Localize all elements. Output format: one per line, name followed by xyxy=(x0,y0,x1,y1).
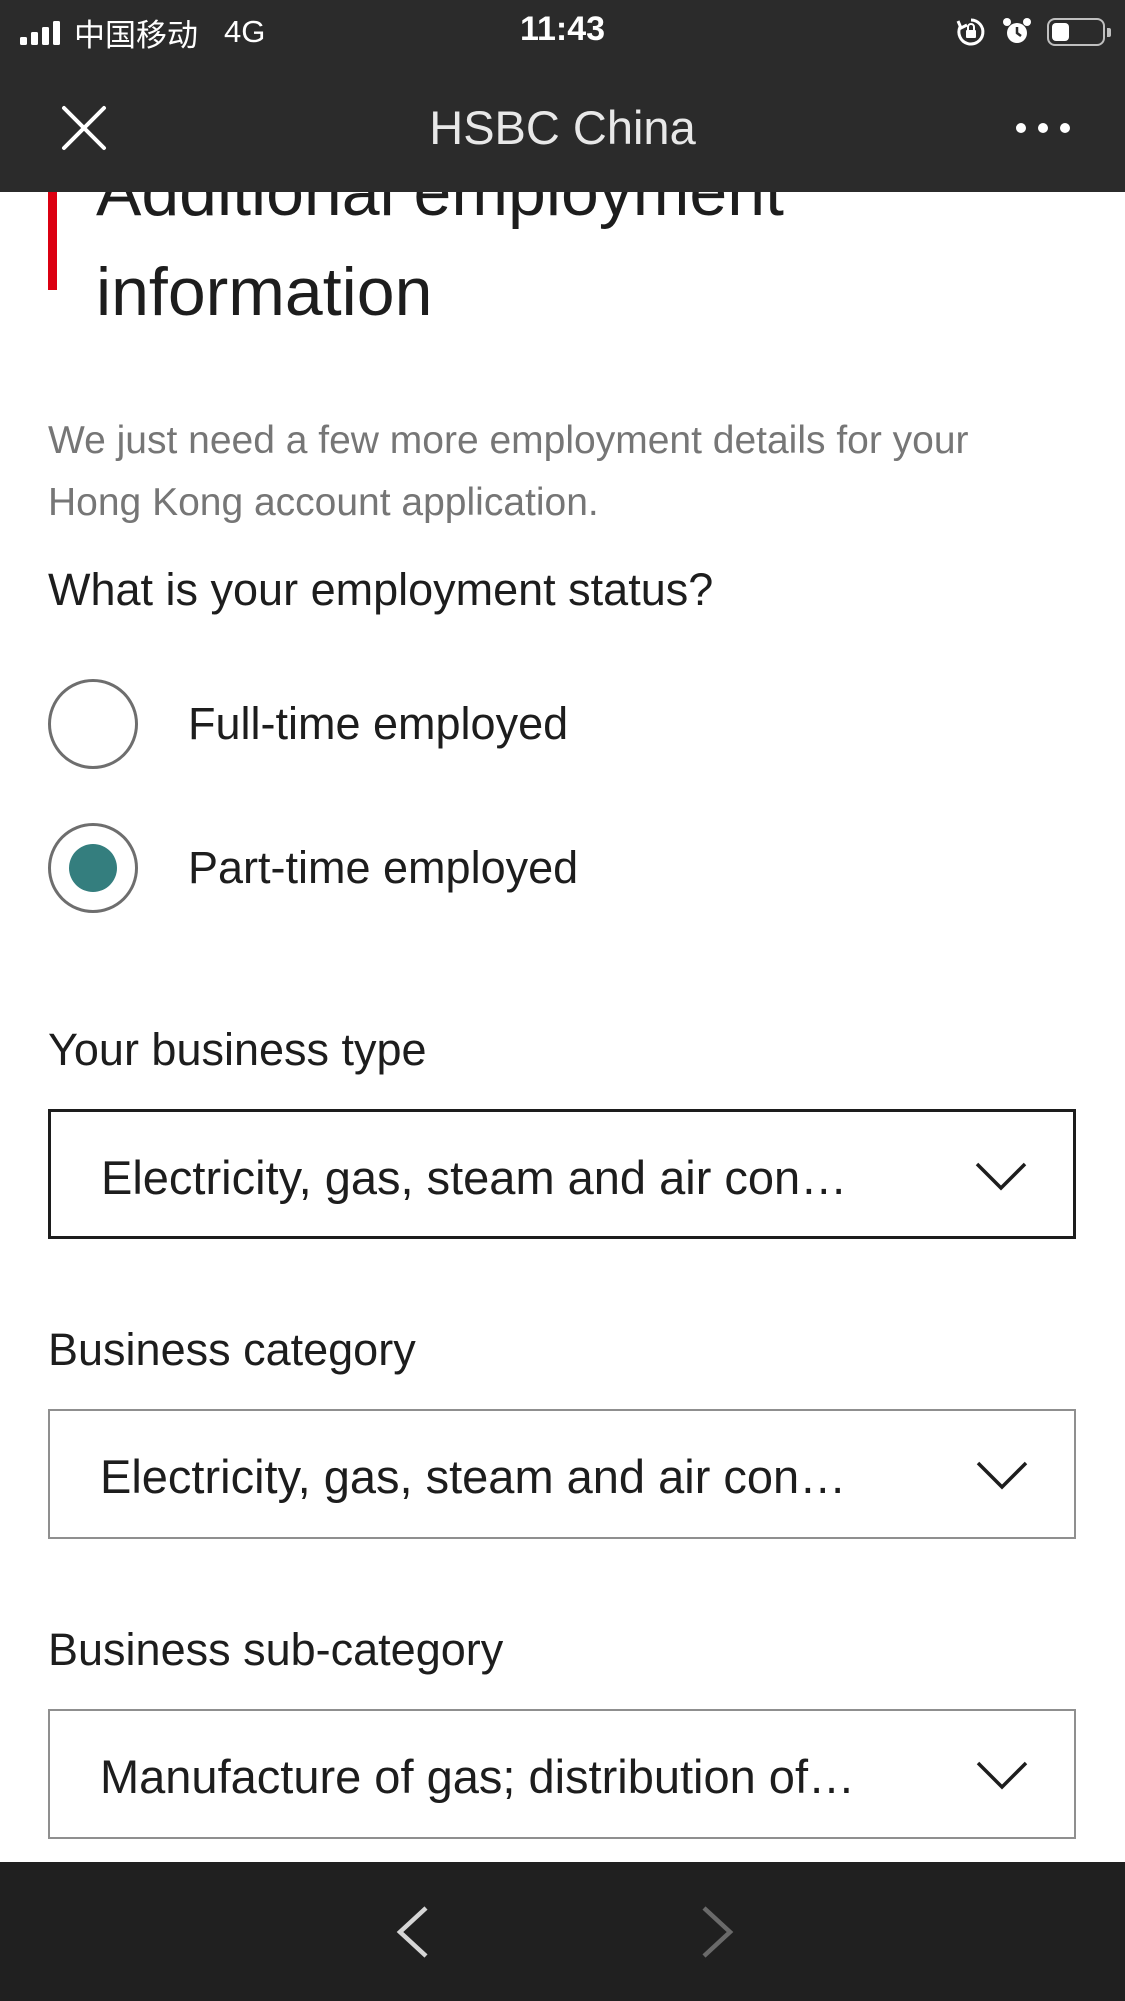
page-title: Additional employment information xyxy=(96,192,784,330)
battery-icon xyxy=(1047,18,1111,46)
page-content: Additional employment information We jus… xyxy=(0,192,1125,1862)
business-type-select[interactable]: Electricity, gas, steam and air con… xyxy=(48,1109,1076,1239)
chevron-down-icon xyxy=(976,1761,1028,1790)
alarm-icon xyxy=(1003,18,1031,43)
radio-part-time[interactable]: Part-time employed xyxy=(48,820,578,916)
status-right xyxy=(955,12,1111,52)
nav-bar: HSBC China xyxy=(0,64,1125,192)
orientation-lock-icon xyxy=(956,18,985,46)
chevron-right-icon[interactable] xyxy=(696,1902,740,1962)
business-category-label: Business category xyxy=(48,1324,416,1375)
chevron-down-icon xyxy=(975,1162,1027,1191)
business-sub-category-label: Business sub-category xyxy=(48,1624,504,1675)
business-sub-category-value: Manufacture of gas; distribution of… xyxy=(100,1750,856,1803)
radio-full-time[interactable]: Full-time employed xyxy=(48,676,568,772)
business-type-label: Your business type xyxy=(48,1024,427,1075)
chevron-left-icon[interactable] xyxy=(390,1902,434,1962)
heading-accent-bar xyxy=(48,192,57,290)
business-category-select[interactable]: Electricity, gas, steam and air con… xyxy=(48,1409,1076,1539)
radio-label-full-time: Full-time employed xyxy=(188,698,569,749)
nav-title: HSBC China xyxy=(429,101,696,154)
radio-selected-dot xyxy=(69,844,117,892)
business-category-value: Electricity, gas, steam and air con… xyxy=(100,1450,847,1503)
business-sub-category-select[interactable]: Manufacture of gas; distribution of… xyxy=(48,1709,1076,1839)
heading-block: Additional employment information xyxy=(48,192,1048,342)
intro-text: We just need a few more employment detai… xyxy=(48,419,969,524)
status-bar: 中国移动 4G 11:43 xyxy=(0,0,1125,64)
radio-button-part-time[interactable] xyxy=(48,823,138,913)
business-type-value: Electricity, gas, steam and air con… xyxy=(101,1151,848,1204)
employment-status-question: What is your employment status? xyxy=(48,564,714,615)
battery-level xyxy=(1052,23,1069,41)
more-icon[interactable] xyxy=(1011,104,1075,152)
radio-label-part-time: Part-time employed xyxy=(188,842,579,893)
chevron-down-icon xyxy=(976,1461,1028,1490)
radio-button-full-time[interactable] xyxy=(48,679,138,769)
browser-toolbar xyxy=(0,1862,1125,2001)
